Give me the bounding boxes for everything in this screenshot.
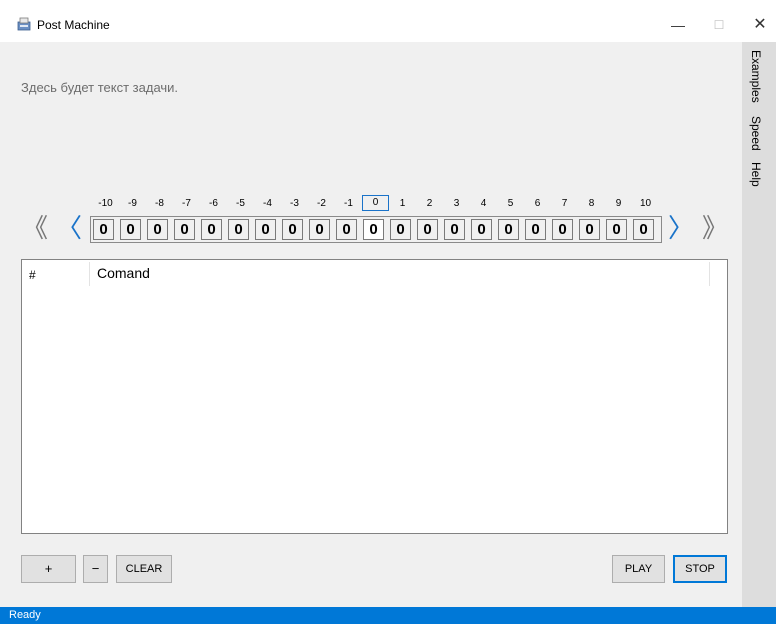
tape-cell[interactable]: 0	[471, 219, 492, 240]
tape-cell[interactable]: 0	[93, 219, 114, 240]
play-button[interactable]: PLAY	[612, 555, 665, 583]
tape-cell[interactable]: 0	[282, 219, 303, 240]
tape-index-label: -7	[182, 198, 191, 209]
tape-index-label: -2	[317, 198, 326, 209]
tape-cell[interactable]: 0	[444, 219, 465, 240]
tape-index-label: -10	[98, 198, 113, 209]
command-table[interactable]: # Comand	[21, 259, 728, 534]
tape-index-label: -9	[128, 198, 137, 209]
tape-cell[interactable]: 0	[498, 219, 519, 240]
column-separator	[709, 262, 710, 286]
tape-index-label: -4	[263, 198, 272, 209]
window-title: Post Machine	[37, 18, 110, 32]
tape-index-label: 1	[399, 198, 406, 209]
tape-index-label: 7	[561, 198, 568, 209]
column-separator	[89, 262, 90, 286]
tape-index-label: 3	[453, 198, 460, 209]
stop-button[interactable]: STOP	[673, 555, 727, 583]
side-menu: Examples Speed Help	[742, 42, 776, 607]
tape-index-label: 2	[426, 198, 433, 209]
tape-cell[interactable]: 0	[390, 219, 411, 240]
tape-last-icon[interactable]: 》	[700, 214, 730, 244]
remove-button[interactable]: −	[83, 555, 108, 583]
tape-cell[interactable]: 0	[120, 219, 141, 240]
tape-cell[interactable]: 0	[633, 219, 654, 240]
tape-index-label: 10	[639, 198, 652, 209]
tape-cell[interactable]: 0	[606, 219, 627, 240]
tape-cell[interactable]: 0	[552, 219, 573, 240]
tape-cell[interactable]: 0	[363, 219, 384, 240]
tape-cell[interactable]: 0	[255, 219, 276, 240]
tape-index-label: -6	[209, 198, 218, 209]
status-text: Ready	[9, 609, 41, 621]
task-text: Здесь будет текст задачи.	[21, 80, 179, 95]
clear-button[interactable]: CLEAR	[116, 555, 172, 583]
menu-help[interactable]: Help	[749, 162, 763, 187]
tape-index-label: 4	[480, 198, 487, 209]
tape-index-label: 0	[362, 195, 389, 211]
tape-index-label: 5	[507, 198, 514, 209]
tape-next-icon[interactable]: 〉	[668, 214, 694, 244]
title-bar: Post Machine — ☐ ✕	[0, 0, 776, 42]
tape-cell[interactable]: 0	[525, 219, 546, 240]
tape: 000000000000000000000	[90, 216, 662, 243]
tape-index-label: 9	[615, 198, 622, 209]
tape-cell[interactable]: 0	[201, 219, 222, 240]
column-header-number: #	[29, 268, 36, 282]
maximize-button[interactable]: ☐	[704, 11, 734, 39]
tape-cell[interactable]: 0	[147, 219, 168, 240]
tape-index-label: 8	[588, 198, 595, 209]
minimize-button[interactable]: —	[663, 11, 693, 39]
tape-cell[interactable]: 0	[309, 219, 330, 240]
tape-cell[interactable]: 0	[228, 219, 249, 240]
tape-prev-icon[interactable]: 〈	[56, 214, 82, 244]
tape-index-label: 6	[534, 198, 541, 209]
tape-cell[interactable]: 0	[417, 219, 438, 240]
add-button[interactable]: +	[21, 555, 76, 583]
tape-cell[interactable]: 0	[579, 219, 600, 240]
tape-first-icon[interactable]: 《	[20, 214, 50, 244]
tape-index-label: -3	[290, 198, 299, 209]
tape-index-label: -5	[236, 198, 245, 209]
tape-cell[interactable]: 0	[174, 219, 195, 240]
tape-index-label: -8	[155, 198, 164, 209]
tape-index-label: -1	[344, 198, 353, 209]
close-button[interactable]: ✕	[745, 11, 775, 39]
menu-speed[interactable]: Speed	[749, 116, 763, 151]
menu-examples[interactable]: Examples	[749, 50, 763, 103]
status-bar: Ready	[0, 607, 776, 624]
tape-cell[interactable]: 0	[336, 219, 357, 240]
column-header-command: Comand	[97, 265, 150, 281]
app-icon	[17, 17, 31, 31]
